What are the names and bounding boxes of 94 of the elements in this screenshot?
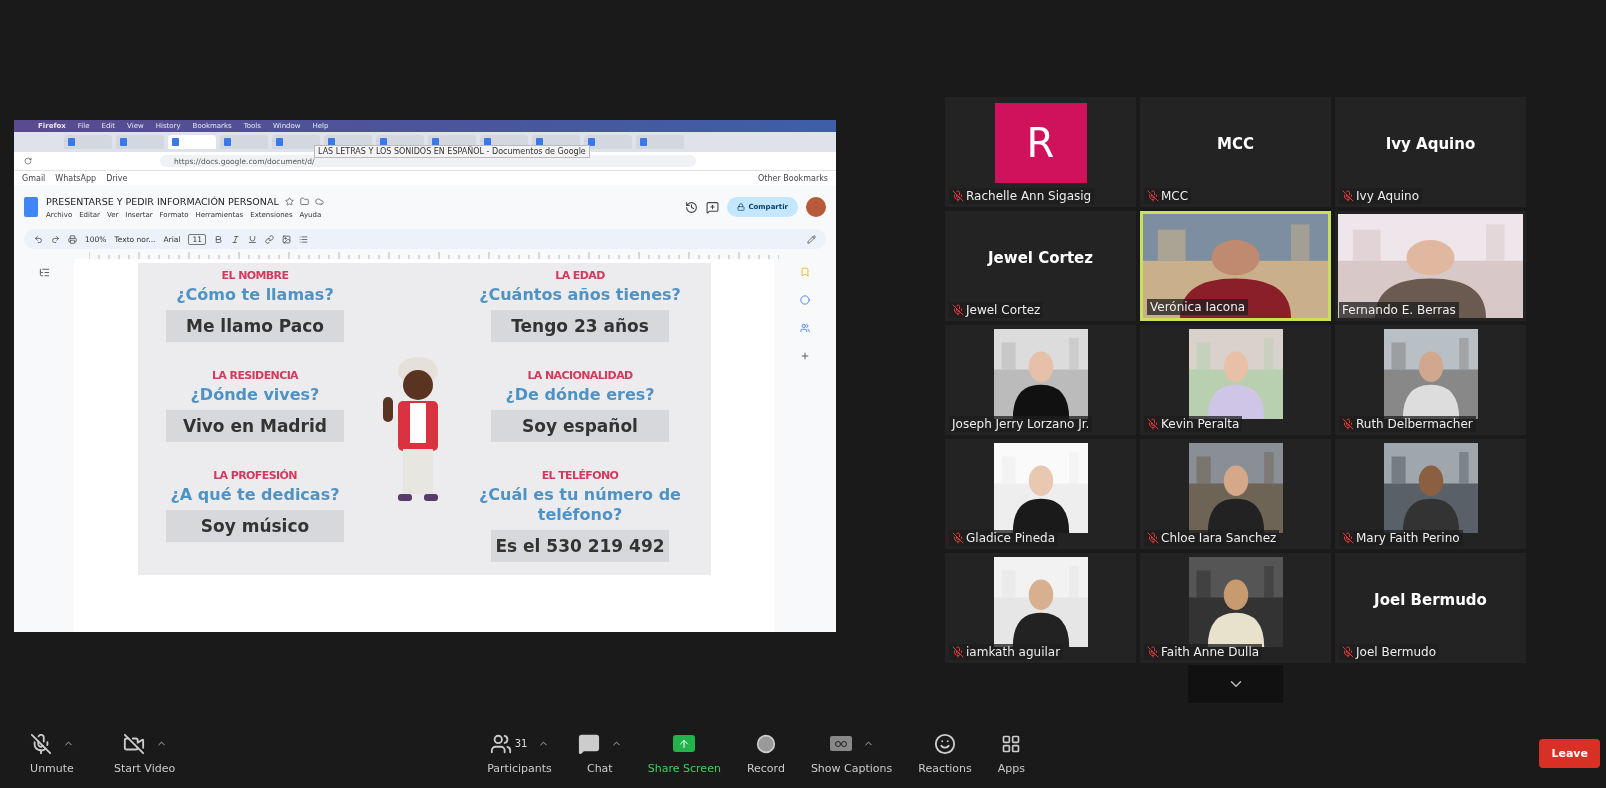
participant-name: Joel Bermudo (1374, 591, 1487, 609)
tooltip: LAS LETRAS Y LOS SONIDOS EN ESPAÑOL - Documentos de Google (314, 145, 590, 158)
circle-icon[interactable] (800, 295, 810, 305)
star-icon[interactable] (284, 196, 294, 206)
other-bookmarks[interactable]: Other Bookmarks (758, 173, 828, 183)
image-icon[interactable] (282, 234, 291, 244)
document-title[interactable]: PRESENTARSE Y PEDIR INFORMACIÓN PERSONAL (46, 195, 279, 207)
bookmark[interactable]: Gmail (22, 173, 46, 183)
name-label: Ivy Aquino (1356, 189, 1420, 203)
mic-off-icon (30, 732, 52, 755)
link-icon[interactable] (265, 234, 274, 244)
answer-text: Vivo en Madrid (166, 410, 344, 442)
name-label: Verónica Iacona (1150, 300, 1246, 314)
smiley-icon (934, 732, 957, 755)
cloud-icon[interactable] (314, 196, 324, 206)
chat-icon (577, 732, 600, 755)
folder-icon[interactable] (299, 196, 309, 206)
reactions-button[interactable]: Reactions (912, 731, 978, 775)
undo-icon[interactable] (34, 234, 43, 244)
answer-text: Tengo 23 años (491, 310, 669, 342)
chat-button[interactable]: Chat (571, 731, 628, 775)
name-label: Rachelle Ann Sigasig (966, 189, 1092, 203)
print-icon[interactable] (68, 234, 77, 244)
captions-icon (829, 736, 852, 751)
question-text: ¿Cómo te llamas? (175, 285, 335, 305)
name-label: Gladice Pineda (966, 531, 1055, 545)
name-label: Fernando E. Berras (1342, 303, 1456, 317)
video-button[interactable]: Start Video (108, 731, 182, 775)
name-label: iamkath aguilar (966, 645, 1061, 659)
name-label: Kevin Peralta (1161, 417, 1240, 431)
share-screen-icon (673, 735, 696, 752)
section-heading: EL TELÉFONO (541, 469, 619, 482)
captions-button[interactable]: Show Captions (804, 731, 899, 775)
redo-icon[interactable] (51, 234, 60, 244)
name-label: Ruth Delbermacher (1356, 417, 1473, 431)
avatar: R (994, 103, 1087, 183)
browser-tab[interactable] (272, 135, 320, 149)
history-icon[interactable] (685, 200, 699, 214)
browser-tab[interactable] (636, 135, 684, 149)
comment-icon[interactable] (706, 200, 720, 214)
name-label: Faith Anne Dulla (1161, 645, 1260, 659)
question-text: ¿De dónde eres? (504, 385, 656, 405)
outline-icon[interactable] (38, 267, 50, 278)
question-text: ¿Dónde vives? (189, 385, 321, 405)
participant-name: Jewel Cortez (988, 249, 1093, 267)
question-text: ¿Cuál es tu número de teléfono? (478, 485, 682, 525)
bookmark[interactable]: WhatsApp (55, 173, 97, 183)
pencil-icon[interactable] (807, 234, 816, 244)
browser-tab[interactable] (220, 135, 268, 149)
apps-icon (1001, 733, 1022, 754)
answer-text: Me llamo Paco (166, 310, 344, 342)
section-heading: EL NOMBRE (221, 269, 289, 282)
share-button[interactable]: Share Screen (641, 731, 727, 775)
reload-icon[interactable] (24, 157, 32, 165)
name-label: Mary Faith Perino (1356, 531, 1460, 545)
avatar[interactable] (806, 197, 826, 217)
docs-icon (24, 197, 38, 217)
underline-icon[interactable] (248, 234, 257, 244)
record-icon (755, 733, 776, 754)
video-off-icon (122, 732, 145, 755)
name-label: MCC (1161, 189, 1189, 203)
person-icon[interactable] (800, 323, 810, 333)
lock-icon (737, 203, 746, 211)
section-heading: LA EDAD (555, 269, 605, 282)
add-icon[interactable] (800, 351, 810, 361)
question-text: ¿Cuántos años tienes? (478, 285, 682, 305)
participants-button[interactable]: 31 Participants (481, 731, 558, 775)
name-label: Joel Bermudo (1356, 645, 1436, 659)
italic-icon[interactable] (231, 234, 240, 244)
apps-button[interactable]: Apps (991, 731, 1032, 775)
name-label: Chloe Iara Sanchez (1161, 531, 1277, 545)
bookmark[interactable]: Drive (106, 173, 128, 183)
bold-icon[interactable] (214, 234, 223, 244)
participant-name: Ivy Aquino (1385, 135, 1476, 153)
participant-count: 31 (514, 738, 528, 749)
record-button[interactable]: Record (740, 731, 791, 775)
section-heading: LA RESIDENCIA (211, 369, 299, 382)
browser-tab[interactable] (584, 135, 632, 149)
answer-text: Es el 530 219 492 (491, 530, 669, 562)
leave-button[interactable]: Leave (1539, 738, 1600, 768)
name-label: Jewel Cortez (966, 303, 1041, 317)
question-text: ¿A qué te dedicas? (169, 485, 341, 505)
browser-tab[interactable] (64, 135, 112, 149)
browser-tab[interactable] (116, 135, 164, 149)
people-icon (489, 732, 512, 755)
mic-button[interactable]: Unmute (24, 731, 80, 775)
section-heading: LA NACIONALIDAD (527, 369, 633, 382)
answer-text: Soy español (491, 410, 669, 442)
section-heading: LA PROFESIÓN (213, 469, 297, 482)
answer-text: Soy músico (166, 510, 344, 542)
browser-tab[interactable] (168, 135, 216, 149)
align-icon[interactable] (299, 234, 308, 244)
participant-name: MCC (1217, 135, 1254, 153)
name-label: Joseph Jerry Lorzano Jr. (952, 417, 1090, 431)
